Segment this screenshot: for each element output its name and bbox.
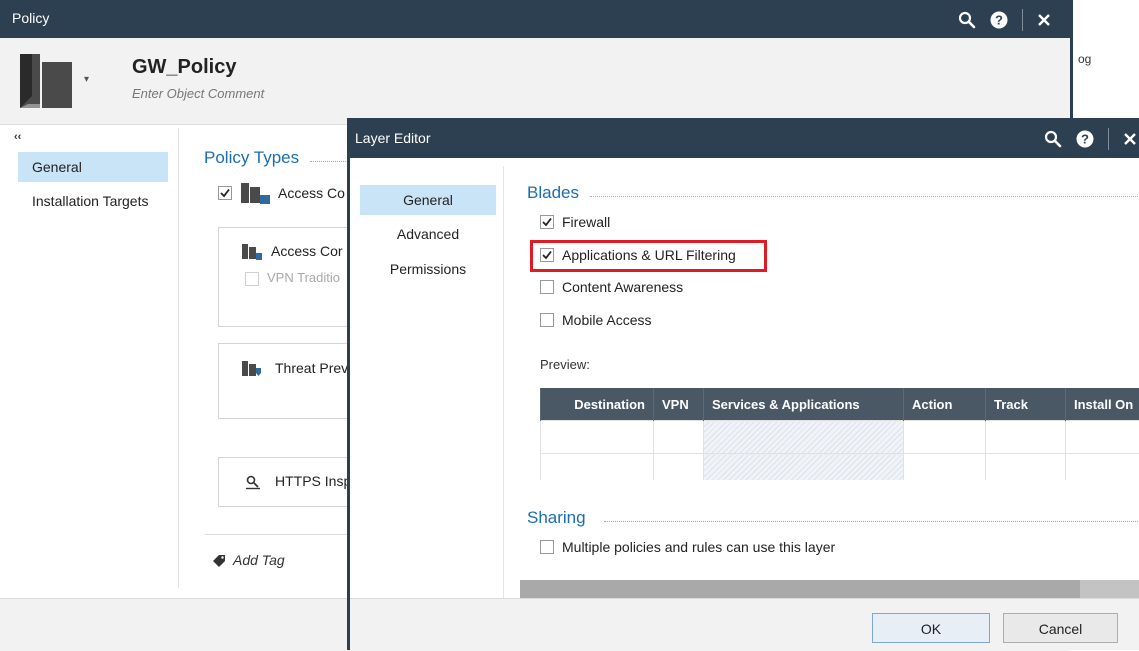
- blade-mobile-access-checkbox[interactable]: [540, 313, 554, 327]
- sidebar-item-general[interactable]: General: [18, 152, 168, 182]
- table-cell-services: [704, 454, 904, 481]
- cancel-button[interactable]: Cancel: [1003, 613, 1118, 643]
- sidebar-divider: [178, 128, 179, 588]
- close-icon[interactable]: [1037, 13, 1051, 27]
- preview-col-destination: Destination: [541, 388, 654, 421]
- policy-window-title: Policy: [12, 10, 49, 26]
- svg-text:?: ?: [1081, 132, 1089, 147]
- search-icon[interactable]: [958, 11, 976, 29]
- blade-content-awareness-checkbox[interactable]: [540, 280, 554, 294]
- table-cell: [1066, 421, 1139, 454]
- vpn-traditional-label: VPN Traditio: [267, 270, 340, 285]
- access-control-card-icon: [241, 243, 263, 264]
- help-icon[interactable]: ?: [990, 11, 1008, 29]
- background-text-fragment: og: [1078, 52, 1091, 66]
- blade-firewall-checkbox[interactable]: [540, 215, 554, 229]
- table-cell: [986, 421, 1066, 454]
- titlebar-separator: [1108, 128, 1109, 150]
- preview-table: Destination VPN Services & Applications …: [540, 388, 1139, 480]
- blade-firewall-row[interactable]: Firewall: [540, 214, 610, 230]
- help-icon[interactable]: ?: [1076, 130, 1094, 148]
- blade-app-url-label: Applications & URL Filtering: [562, 247, 736, 263]
- le-tab-advanced[interactable]: Advanced: [360, 219, 496, 249]
- add-tag-link[interactable]: Add Tag: [233, 552, 285, 568]
- blades-title: Blades: [527, 183, 579, 203]
- sidebar-item-installation-targets[interactable]: Installation Targets: [18, 186, 168, 216]
- preview-table-wrap: Destination VPN Services & Applications …: [540, 388, 1139, 480]
- horizontal-scrollbar[interactable]: [520, 580, 1139, 598]
- sharing-divider: [604, 521, 1139, 522]
- blade-mobile-access-label: Mobile Access: [562, 312, 651, 328]
- https-inspection-card: HTTPS Insp: [218, 457, 358, 507]
- policy-titlebar: Policy ?: [0, 0, 1073, 38]
- preview-col-track: Track: [986, 388, 1066, 421]
- table-cell-services: [704, 421, 904, 454]
- le-tab-permissions[interactable]: Permissions: [360, 254, 496, 284]
- https-inspection-icon: [245, 474, 261, 493]
- preview-col-services: Services & Applications: [704, 388, 904, 421]
- tag-icon: [212, 553, 226, 570]
- sharing-title: Sharing: [527, 508, 586, 528]
- blade-mobile-access-row[interactable]: Mobile Access: [540, 312, 651, 328]
- access-control-layers-icon: [240, 182, 272, 209]
- table-row: [541, 421, 1139, 454]
- multiple-policies-label: Multiple policies and rules can use this…: [562, 539, 835, 555]
- collapse-sidebar-icon[interactable]: ‹‹: [14, 131, 21, 143]
- access-control-label: Access Co: [278, 185, 345, 201]
- layer-editor-dialog: Layer Editor ? General Advanced Permissi…: [347, 118, 1139, 650]
- access-control-card-label: Access Cor: [271, 243, 343, 259]
- access-control-checkbox[interactable]: [218, 186, 232, 200]
- section-divider: [310, 161, 350, 162]
- preview-col-install-on: Install On: [1066, 388, 1139, 421]
- vpn-traditional-checkbox[interactable]: [245, 272, 259, 286]
- table-cell: [654, 421, 704, 454]
- layer-editor-titlebar: Layer Editor ?: [350, 118, 1139, 158]
- table-cell: [986, 454, 1066, 481]
- ok-button[interactable]: OK: [872, 613, 990, 643]
- table-cell: [904, 421, 986, 454]
- table-cell: [541, 421, 654, 454]
- policy-types-title: Policy Types: [204, 148, 299, 168]
- blade-content-awareness-row[interactable]: Content Awareness: [540, 279, 683, 295]
- blade-content-awareness-label: Content Awareness: [562, 279, 683, 295]
- multiple-policies-checkbox[interactable]: [540, 540, 554, 554]
- preview-col-vpn: VPN: [654, 388, 704, 421]
- policy-object-comment[interactable]: Enter Object Comment: [132, 86, 264, 101]
- search-icon[interactable]: [1044, 130, 1062, 148]
- preview-label: Preview:: [540, 357, 590, 372]
- blade-app-url-checkbox[interactable]: [540, 248, 554, 262]
- blade-app-url-row[interactable]: Applications & URL Filtering: [540, 247, 736, 263]
- layer-editor-title: Layer Editor: [355, 130, 430, 146]
- table-cell: [1066, 454, 1139, 481]
- sharing-option-row[interactable]: Multiple policies and rules can use this…: [540, 539, 835, 555]
- blade-firewall-label: Firewall: [562, 214, 610, 230]
- access-control-card: Access Cor VPN Traditio: [218, 227, 358, 327]
- titlebar-separator: [1022, 9, 1023, 31]
- table-cell: [904, 454, 986, 481]
- scrollbar-thumb[interactable]: [520, 580, 1080, 598]
- close-icon[interactable]: [1123, 132, 1137, 146]
- svg-text:?: ?: [995, 13, 1003, 28]
- layer-editor-sidebar-divider: [503, 166, 504, 606]
- layer-editor-titlebar-controls: ?: [1044, 128, 1137, 150]
- table-cell: [654, 454, 704, 481]
- policy-object-name[interactable]: GW_Policy: [132, 56, 236, 79]
- table-row: [541, 454, 1139, 481]
- policy-titlebar-controls: ?: [958, 9, 1051, 31]
- le-tab-general[interactable]: General: [360, 185, 496, 215]
- blades-divider: [590, 196, 1139, 197]
- tags-divider: [205, 534, 355, 535]
- chevron-down-icon[interactable]: ▾: [84, 74, 89, 85]
- policy-book-icon[interactable]: [18, 52, 74, 113]
- threat-prevention-label: Threat Prev: [275, 360, 348, 376]
- preview-header-row: Destination VPN Services & Applications …: [541, 388, 1139, 421]
- policy-object-header: ▾ GW_Policy Enter Object Comment: [0, 38, 1070, 125]
- table-cell: [541, 454, 654, 481]
- threat-prevention-card: Threat Prev: [218, 343, 358, 419]
- layer-editor-footer: OK Cancel: [350, 598, 1139, 650]
- https-inspection-label: HTTPS Insp: [275, 473, 351, 489]
- threat-prevention-icon: [241, 360, 263, 381]
- preview-col-action: Action: [904, 388, 986, 421]
